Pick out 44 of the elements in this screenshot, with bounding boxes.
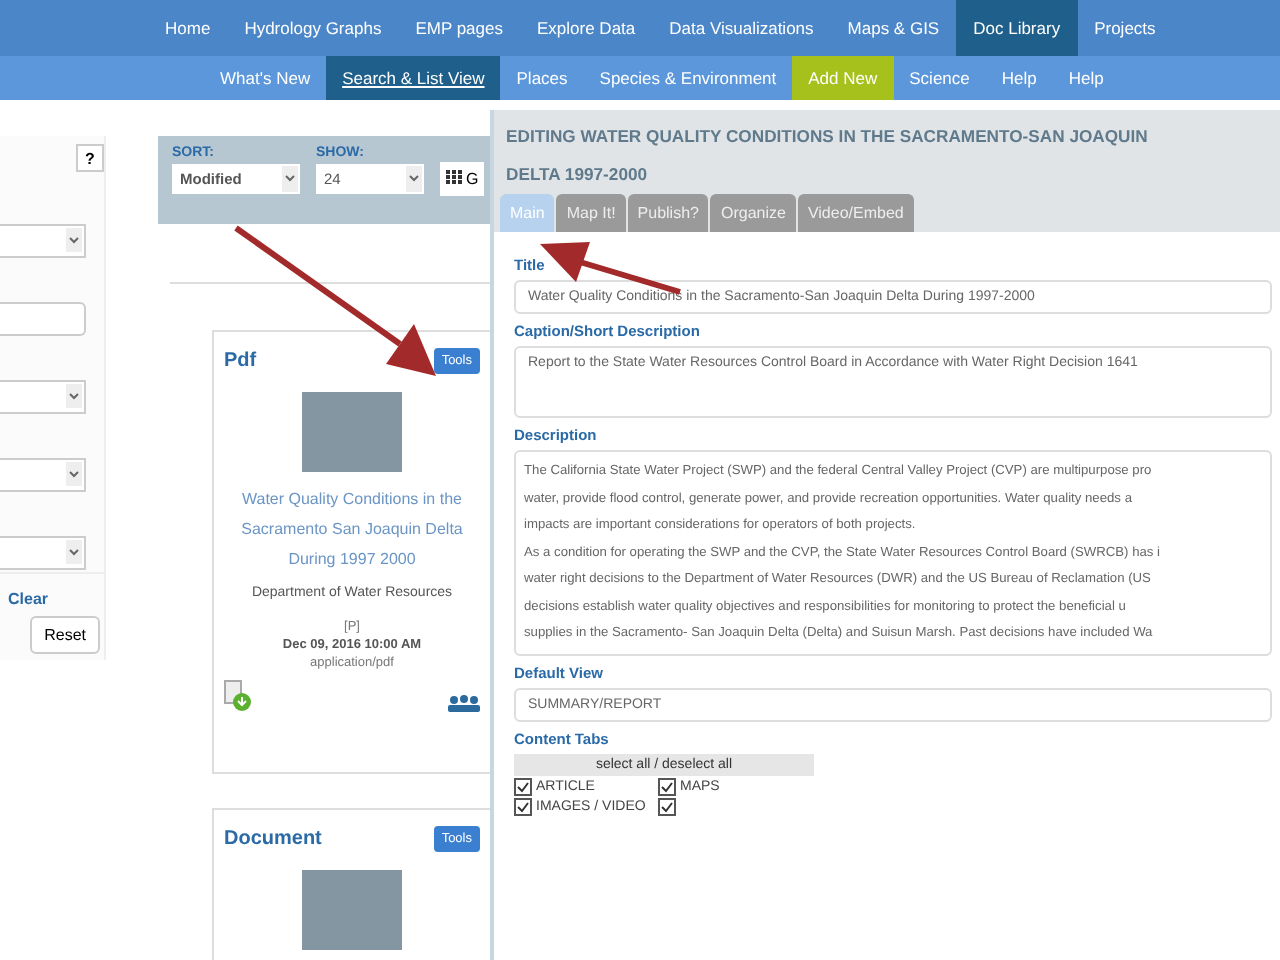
nav-link[interactable]: Places	[500, 56, 584, 100]
checkbox-icon[interactable]	[514, 777, 532, 795]
tab[interactable]: Video/Embed	[797, 194, 914, 232]
add-new-button[interactable]: Add New	[792, 56, 894, 100]
download-icon[interactable]	[224, 680, 252, 712]
panel-title: EDITING WATER QUALITY CONDITIONS IN THE SACRAMENTO-SAN JOAQUIN DELTA 1997-2000	[506, 126, 1148, 184]
card-type: Pdf	[224, 350, 257, 372]
people-icon[interactable]	[448, 694, 480, 712]
reset-button[interactable]: Reset	[30, 616, 100, 654]
grid-view-button[interactable]: G	[440, 162, 485, 196]
caret-icon	[66, 228, 82, 252]
tab[interactable]: Organize	[710, 194, 796, 232]
caret-icon	[66, 462, 82, 486]
checkbox-icon[interactable]	[658, 797, 676, 815]
help-button[interactable]: ?	[76, 144, 104, 172]
nav-link[interactable]: Science	[893, 56, 986, 100]
nav-link[interactable]: Maps & GIS	[830, 0, 957, 56]
checkbox-icon[interactable]	[514, 797, 532, 815]
nav-link[interactable]: Help	[1052, 56, 1120, 100]
nav-link[interactable]: What's New	[204, 56, 327, 100]
document-title-link[interactable]: Water Quality Conditions in the Sacramento San Joaquin Delta During 1997 2000	[224, 484, 480, 574]
card-type: Document	[224, 828, 322, 850]
caret-icon	[66, 384, 82, 408]
tab[interactable]: Publish?	[627, 194, 709, 232]
nav-link[interactable]: Help	[985, 56, 1053, 100]
nav-link[interactable]: Home	[148, 0, 228, 56]
nav-link[interactable]: Search & List View	[326, 56, 501, 100]
nav-link[interactable]: Explore Data	[520, 0, 653, 56]
photo-placeholder	[302, 870, 402, 950]
nav-link[interactable]: Doc Library	[956, 0, 1078, 56]
grid-icon	[446, 170, 462, 184]
tab[interactable]: Map It!	[556, 194, 626, 232]
nav-link[interactable]: Projects	[1077, 0, 1173, 56]
nav-link[interactable]: Data Visualizations	[652, 0, 831, 56]
nav-link[interactable]: Species & Environment	[583, 56, 793, 100]
nav-link[interactable]: Hydrology Graphs	[227, 0, 399, 56]
nav-link[interactable]: EMP pages	[398, 0, 520, 56]
checkbox-icon[interactable]	[658, 777, 676, 795]
caret-icon	[282, 166, 298, 192]
photo-placeholder	[302, 392, 402, 472]
caret-icon	[66, 540, 82, 564]
clear-link[interactable]: Clear	[8, 590, 49, 608]
caret-icon	[406, 166, 422, 192]
filter-input[interactable]	[0, 302, 86, 336]
